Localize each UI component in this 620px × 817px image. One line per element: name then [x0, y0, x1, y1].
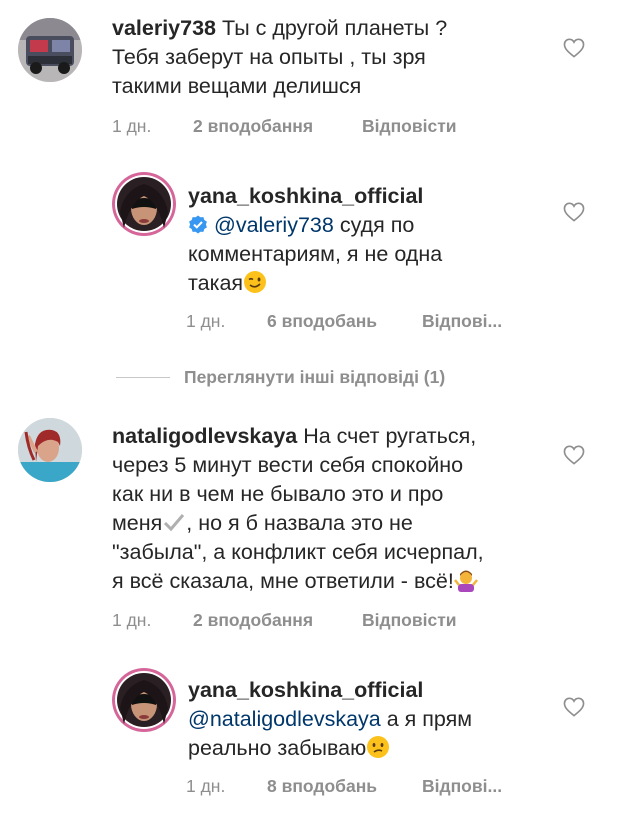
woman-avatar-icon — [18, 418, 82, 482]
comment-text-line: На счет ругаться, — [303, 424, 477, 448]
comment-body: valeriy738 Ты с другой планеты ? Тебя за… — [112, 14, 552, 101]
comment-body: nataligodlevskaya На счет ругаться, чере… — [112, 422, 552, 596]
comment-time: 1 дн. — [186, 311, 226, 331]
comment-text-line: реально забываю — [188, 736, 367, 760]
mention-link[interactable]: @valeriy738 — [214, 213, 334, 237]
like-heart-icon[interactable] — [563, 697, 585, 717]
reply-button[interactable]: Відповісти — [362, 116, 457, 137]
comment-time: 1 дн. — [186, 776, 226, 796]
comment-username[interactable]: valeriy738 — [112, 16, 216, 40]
view-more-replies[interactable]: Переглянути інші відповіді (1) — [116, 367, 445, 388]
woman-shrugging-icon — [453, 570, 478, 592]
likes-count[interactable]: 2 вподобання — [193, 610, 313, 631]
comment-text-line: меня — [112, 511, 163, 535]
comment-text-line: "забыла", а конфликт себя исчерпал, — [112, 540, 484, 564]
comment-text-line: , но я б назвала это не — [186, 511, 413, 535]
like-heart-icon[interactable] — [563, 38, 585, 58]
masked-woman-avatar-icon — [112, 172, 176, 236]
likes-count[interactable]: 8 вподобань — [267, 776, 377, 797]
mention-link[interactable]: @nataligodlevskaya — [188, 707, 381, 731]
comment-time: 1 дн. — [112, 116, 152, 136]
check-mark-icon — [164, 514, 185, 532]
comment-text-line: комментариям, я не одна — [188, 242, 443, 266]
reply-button[interactable]: Відпові... — [422, 311, 502, 332]
divider-line — [116, 377, 170, 378]
likes-count[interactable]: 2 вподобання — [193, 116, 313, 137]
confused-face-icon — [367, 736, 390, 758]
truck-avatar-icon — [18, 18, 82, 82]
comment-username[interactable]: nataligodlevskaya — [112, 424, 297, 448]
comment-text-line: а я прям — [386, 707, 473, 731]
comment-text-line: через 5 минут вести себя спокойно — [112, 453, 464, 477]
avatar[interactable] — [112, 668, 176, 732]
like-heart-icon[interactable] — [563, 445, 585, 465]
comment-text-line: Ты с другой планеты ? — [222, 16, 448, 40]
avatar[interactable] — [18, 418, 82, 482]
verified-badge-icon — [189, 215, 207, 234]
comment-time: 1 дн. — [112, 610, 152, 630]
comment-body: yana_koshkina_official @valeriy738 судя … — [188, 182, 538, 298]
comment-username[interactable]: yana_koshkina_official — [188, 678, 423, 702]
comment-body: yana_koshkina_official @nataligodlevskay… — [188, 676, 538, 763]
comment-text-line: такими вещами делишся — [112, 74, 362, 98]
comment-text-line: такая — [188, 271, 244, 295]
like-heart-icon[interactable] — [563, 202, 585, 222]
reply-button[interactable]: Відповісти — [362, 610, 457, 631]
comment-username[interactable]: yana_koshkina_official — [188, 184, 423, 208]
comment-text-line: Тебя заберут на опыты , ты зря — [112, 45, 426, 69]
comment-text-line: судя по — [339, 213, 415, 237]
avatar[interactable] — [18, 18, 82, 82]
comment-text-line: как ни в чем не бывало это и про — [112, 482, 444, 506]
likes-count[interactable]: 6 вподобань — [267, 311, 377, 332]
avatar[interactable] — [112, 172, 176, 236]
view-more-replies-label[interactable]: Переглянути інші відповіді (1) — [184, 367, 445, 388]
winking-face-icon — [244, 271, 267, 293]
comment-text-line: я всё сказала, мне ответили - всё! — [112, 569, 454, 593]
reply-button[interactable]: Відпові... — [422, 776, 502, 797]
masked-woman-avatar-icon — [112, 668, 176, 732]
